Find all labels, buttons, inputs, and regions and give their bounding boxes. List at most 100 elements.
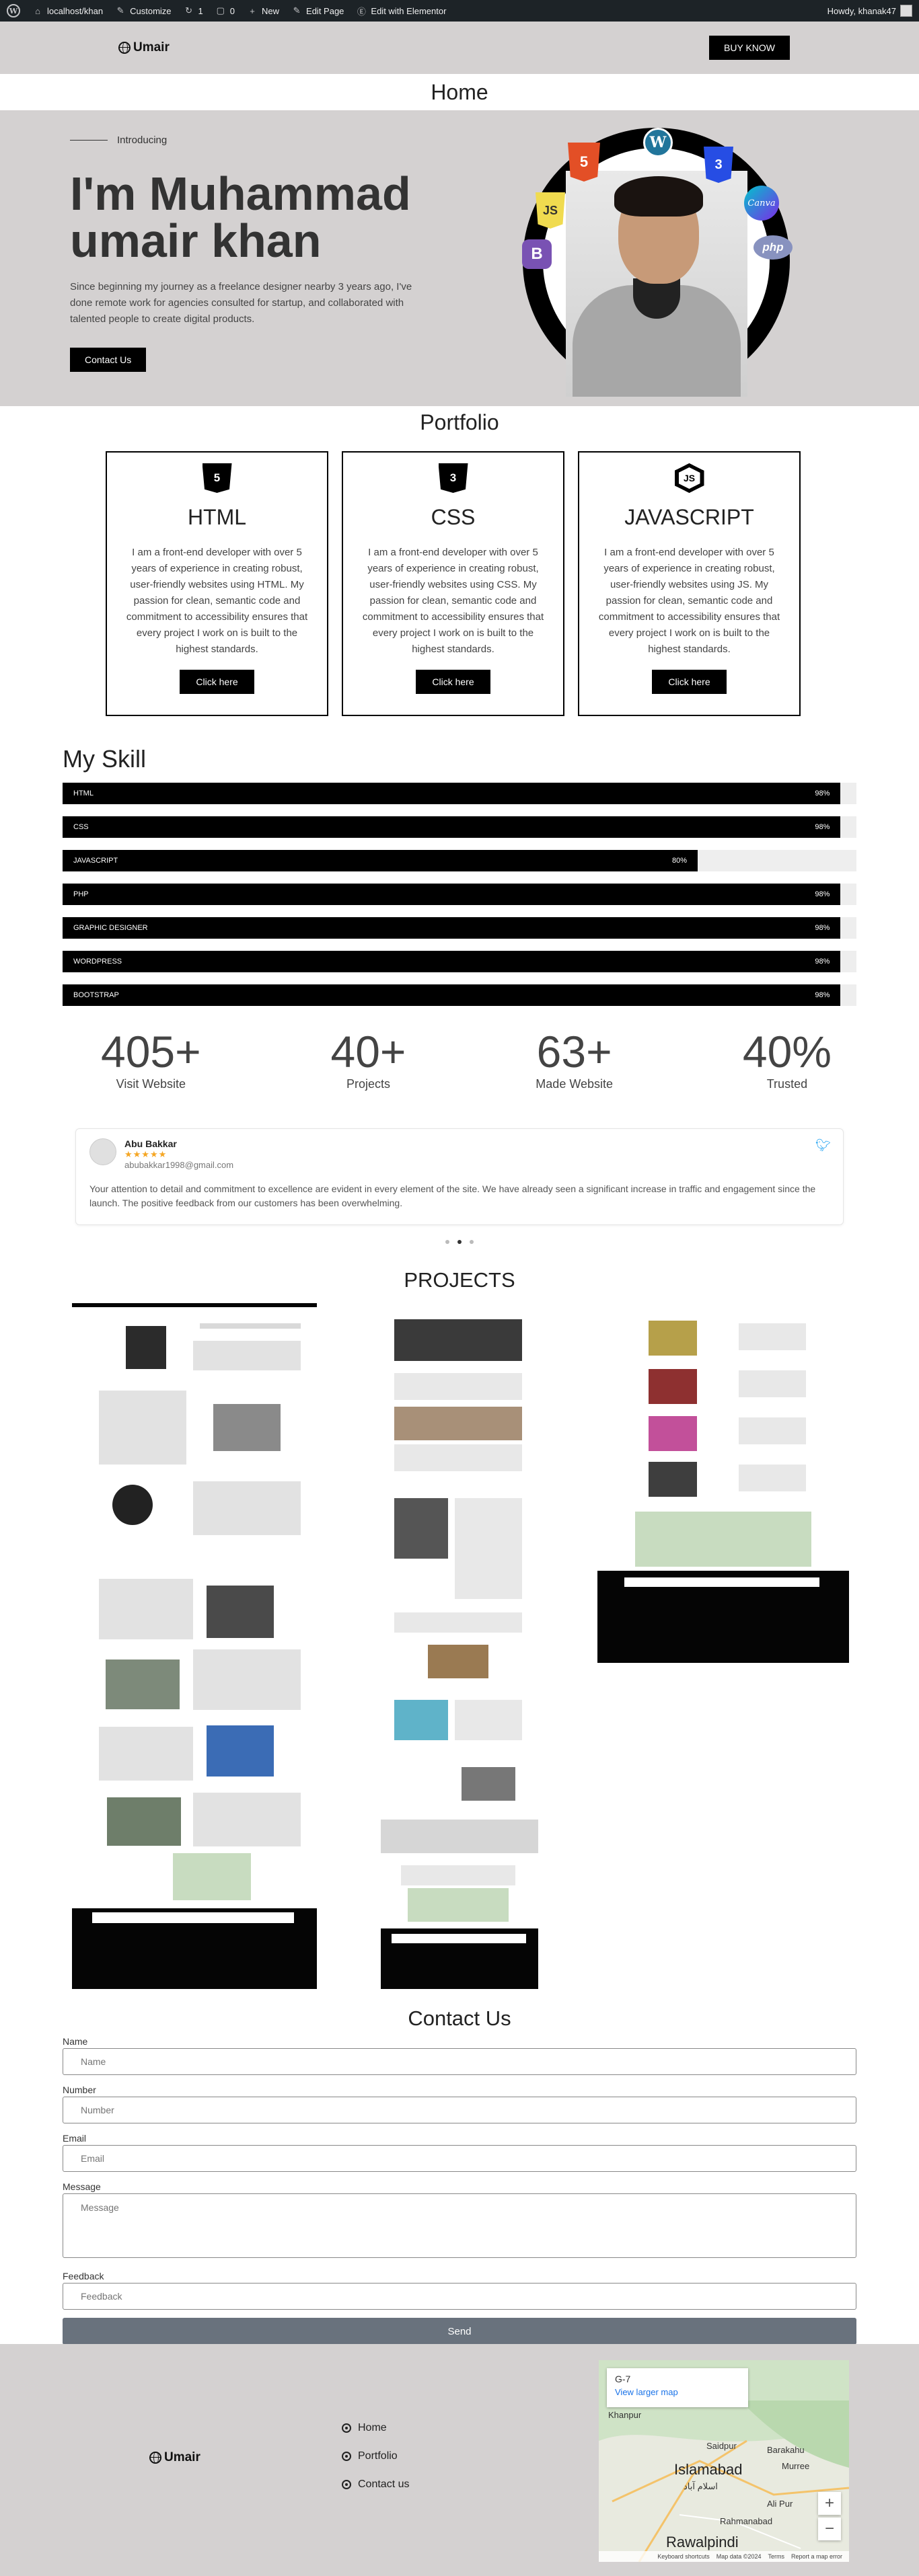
map-attribution: Keyboard shortcuts Map data ©2024 Terms … xyxy=(599,2551,849,2562)
name-field-group: Name xyxy=(63,2036,856,2075)
feedback-input[interactable] xyxy=(63,2283,856,2310)
send-button[interactable]: Send xyxy=(63,2318,856,2345)
map-label: اسلام آباد xyxy=(684,2481,718,2491)
projects-title: PROJECTS xyxy=(404,1268,515,1292)
html5-icon: 5 xyxy=(568,143,600,182)
card-title: CSS xyxy=(431,505,476,529)
click-here-button[interactable]: Click here xyxy=(416,670,490,694)
brush-icon: ✎ xyxy=(116,5,124,15)
card-text: I am a front-end developer with over 5 y… xyxy=(598,547,780,655)
portfolio-section: Portfolio 5 HTML I am a front-end develo… xyxy=(0,406,919,736)
footer-logo[interactable]: Umair xyxy=(149,2450,200,2465)
card-title: JAVASCRIPT xyxy=(624,505,754,529)
projects-section: PROJECTS xyxy=(0,1244,919,1997)
hero-heading: I'm Muhammad umair khan xyxy=(70,170,447,264)
page-title: Home xyxy=(431,79,488,104)
click-here-button[interactable]: Click here xyxy=(652,670,727,694)
portfolio-cards: 5 HTML I am a front-end developer with o… xyxy=(106,451,919,716)
map-label: Rahmanabad xyxy=(720,2516,773,2526)
counter-websites: 63+ Made Website xyxy=(536,1027,614,1091)
hero-description: Since beginning my journey as a freelanc… xyxy=(70,281,412,325)
site-logo[interactable]: Umair xyxy=(118,40,170,55)
skill-bar: HTML 98% xyxy=(63,783,856,804)
map-label: Saidpur xyxy=(706,2441,737,2451)
map-label: Barakahu xyxy=(767,2445,805,2455)
view-larger-map-link[interactable]: View larger map xyxy=(615,2387,740,2397)
name-input[interactable] xyxy=(63,2048,856,2075)
admin-account-menu[interactable]: Howdy, khanak47 xyxy=(828,5,912,17)
counter-visits: 405+ Visit Website xyxy=(101,1027,201,1091)
skill-fill: HTML 98% xyxy=(63,783,841,804)
email-label: Email xyxy=(63,2133,87,2144)
skill-fill: WORDPRESS 98% xyxy=(63,951,841,972)
dashboard-icon: ⌂ xyxy=(35,5,40,16)
plus-icon: + xyxy=(250,5,255,16)
zoom-in-button[interactable]: + xyxy=(818,2492,841,2515)
buy-now-button[interactable]: BUY KNOW xyxy=(709,36,790,60)
skills-section: My Skill HTML 98% CSS 98% JAVASCRIPT 80% PH… xyxy=(0,736,919,1006)
divider xyxy=(70,140,108,141)
map-label: Murree xyxy=(782,2461,810,2471)
twitter-icon[interactable]: 🐦︎ xyxy=(815,1138,831,1153)
testimonial-section: Abu Bakkar ★★★★★ abubakkar1998@gmail.com… xyxy=(0,1128,919,1244)
admin-updates-link[interactable]: ↻ 1 xyxy=(184,5,203,16)
email-input[interactable] xyxy=(63,2145,856,2172)
wordpress-icon: W xyxy=(643,128,673,157)
message-textarea[interactable] xyxy=(63,2193,856,2258)
skill-bar: WORDPRESS 98% xyxy=(63,951,856,972)
card-text: I am a front-end developer with over 5 y… xyxy=(362,547,544,655)
skill-fill: PHP 98% xyxy=(63,884,841,905)
project-screenshot[interactable] xyxy=(597,1303,849,1663)
css3-icon: 3 xyxy=(438,463,468,493)
profile-photo xyxy=(566,171,747,397)
embedded-map[interactable]: G-7 View larger map Khanpur Islamabad Ra… xyxy=(599,2360,849,2562)
admin-edit-page-link[interactable]: ✎ Edit Page xyxy=(291,5,344,16)
message-field-group: Message xyxy=(63,2181,856,2261)
map-label: Khanpur xyxy=(608,2410,642,2420)
project-screenshot[interactable] xyxy=(381,1303,538,1989)
css3-icon: 3 xyxy=(704,147,733,183)
html5-icon: 5 xyxy=(202,463,232,493)
counter-trusted: 40% Trusted xyxy=(742,1027,832,1091)
admin-new-link[interactable]: + New xyxy=(247,5,279,16)
skill-fill: CSS 98% xyxy=(63,816,841,838)
footer-nav: Home Portfolio Contact us xyxy=(342,2422,409,2507)
contact-title: Contact Us xyxy=(408,2006,511,2030)
portfolio-card-css: 3 CSS I am a front-end developer with ov… xyxy=(342,451,564,716)
contact-us-button[interactable]: Contact Us xyxy=(70,348,147,372)
skill-bar: GRAPHIC DESIGNER 98% xyxy=(63,917,856,939)
javascript-icon: JS xyxy=(536,192,565,229)
contact-section: Contact Us Name Number Email Message Fee… xyxy=(0,1997,919,2345)
wordpress-logo-icon[interactable]: W xyxy=(7,4,20,17)
portfolio-card-javascript: JS JAVASCRIPT I am a front-end developer… xyxy=(578,451,801,716)
globe-icon xyxy=(149,2452,161,2464)
avatar xyxy=(89,1138,116,1165)
hero-heading-line2: umair khan xyxy=(70,214,322,267)
footer-nav-portfolio[interactable]: Portfolio xyxy=(342,2450,409,2462)
admin-bar: W ⌂ localhost/khan ✎ Customize ↻ 1 ▢ 0 + New … xyxy=(0,0,919,22)
footer-nav-home[interactable]: Home xyxy=(342,2422,409,2434)
admin-comments-link[interactable]: ▢ 0 xyxy=(215,5,235,16)
message-label: Message xyxy=(63,2181,101,2192)
zoom-out-button[interactable]: − xyxy=(818,2518,841,2540)
footer-nav-contact[interactable]: Contact us xyxy=(342,2479,409,2491)
email-field-group: Email xyxy=(63,2133,856,2172)
testimonial-card: Abu Bakkar ★★★★★ abubakkar1998@gmail.com… xyxy=(75,1128,844,1225)
hero-text: Introducing I'm Muhammad umair khan Sinc… xyxy=(70,134,447,372)
number-input[interactable] xyxy=(63,2097,856,2123)
click-here-button[interactable]: Click here xyxy=(180,670,254,694)
skill-bar: BOOTSTRAP 98% xyxy=(63,984,856,1006)
admin-site-link[interactable]: ⌂ localhost/khan xyxy=(32,5,103,16)
site-footer: Umair Home Portfolio Contact us G-7 View… xyxy=(0,2344,919,2576)
feedback-label: Feedback xyxy=(63,2271,104,2281)
number-label: Number xyxy=(63,2084,96,2095)
site-header: Umair BUY KNOW xyxy=(0,22,919,74)
hero-heading-line1: I'm Muhammad xyxy=(70,167,411,220)
project-screenshot[interactable] xyxy=(72,1303,317,1989)
admin-elementor-link[interactable]: Ⓔ Edit with Elementor xyxy=(356,5,447,17)
counter-projects: 40+ Projects xyxy=(330,1027,406,1091)
javascript-icon: JS xyxy=(674,463,704,493)
admin-customize-link[interactable]: ✎ Customize xyxy=(115,5,172,16)
card-title: HTML xyxy=(187,505,247,529)
map-label: Ali Pur xyxy=(767,2499,793,2509)
